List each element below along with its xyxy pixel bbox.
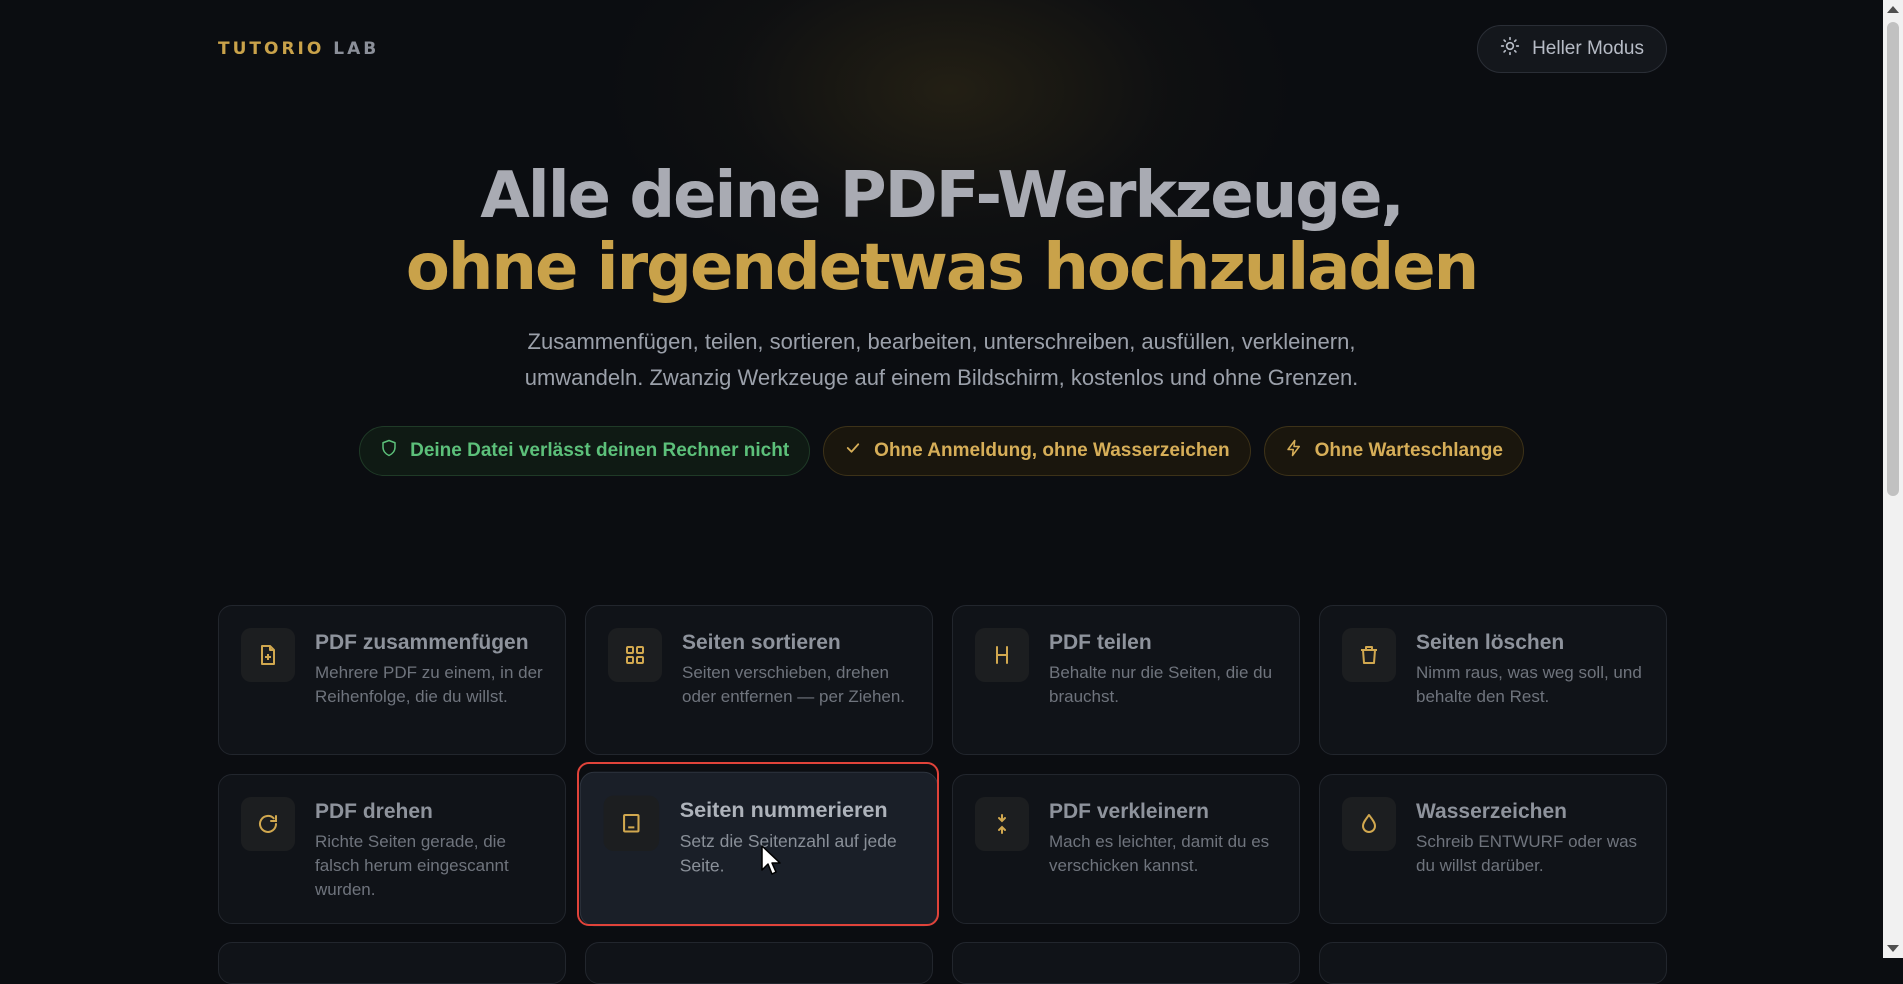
badge-no-queue: Ohne Warteschlange	[1263, 426, 1524, 476]
scroll-down-arrow-icon[interactable]	[1887, 945, 1899, 952]
tool-card-merge[interactable]: PDF zusammenfügen Mehrere PDF zu einem, …	[218, 605, 566, 755]
tool-title: Seiten nummerieren	[679, 798, 888, 823]
tool-title: Seiten sortieren	[682, 631, 841, 654]
badge-no-signup-label: Ohne Anmeldung, ohne Wasserzeichen	[874, 440, 1230, 461]
drop-icon	[1342, 797, 1396, 851]
tool-card-partial[interactable]	[1319, 942, 1667, 984]
top-bar: TUTORIO LAB Heller Modus	[218, 24, 1667, 74]
tool-title: PDF zusammenfügen	[315, 631, 529, 654]
brand-part1: TUTORIO	[218, 39, 325, 59]
tool-description: Mach es leichter, damit du es verschicke…	[1049, 832, 1270, 875]
tool-card-watermark[interactable]: Wasserzeichen Schreib ENTWURF oder was d…	[1319, 774, 1667, 924]
badge-no-signup: Ohne Anmeldung, ohne Wasserzeichen	[823, 426, 1251, 476]
file-plus-icon	[241, 628, 295, 682]
scroll-up-arrow-icon[interactable]	[1887, 6, 1899, 13]
tool-description: Nimm raus, was weg soll, und behalte den…	[1416, 663, 1642, 706]
tool-title: PDF verkleinern	[1049, 800, 1209, 823]
split-icon	[975, 628, 1029, 682]
grid-icon	[608, 628, 662, 682]
hero-title-line2: ohne irgendetwas hochzuladen	[405, 231, 1479, 305]
badge-no-queue-label: Ohne Warteschlange	[1314, 440, 1503, 461]
tool-card-split[interactable]: PDF teilen Behalte nur die Seiten, die d…	[952, 605, 1300, 755]
tools-grid: PDF zusammenfügen Mehrere PDF zu einem, …	[218, 605, 1667, 927]
lightning-icon	[1285, 439, 1303, 463]
tool-card-delete-pages[interactable]: Seiten löschen Nimm raus, was weg soll, …	[1319, 605, 1667, 755]
tool-title: PDF teilen	[1049, 631, 1152, 654]
tool-card-rotate[interactable]: PDF drehen Richte Seiten gerade, die fal…	[218, 774, 566, 924]
check-icon	[844, 439, 862, 463]
hero-subtitle: Zusammenfügen, teilen, sortieren, bearbe…	[524, 329, 1359, 390]
tool-title: Seiten löschen	[1416, 631, 1565, 654]
light-mode-button[interactable]: Heller Modus	[1477, 25, 1667, 73]
badge-privacy-label: Deine Datei verlässt deinen Rechner nich…	[410, 440, 790, 461]
badge-privacy: Deine Datei verlässt deinen Rechner nich…	[359, 426, 811, 476]
tool-description: Schreib ENTWURF oder was du willst darüb…	[1416, 832, 1638, 875]
tool-description: Behalte nur die Seiten, die du brauchst.	[1049, 663, 1273, 706]
sun-icon	[1500, 36, 1520, 62]
tool-description: Mehrere PDF zu einem, in der Reihenfolge…	[315, 663, 543, 706]
tool-title: Wasserzeichen	[1416, 800, 1567, 823]
tool-title: PDF drehen	[315, 800, 433, 823]
tools-grid-next-row	[218, 942, 1667, 984]
page-number-icon	[603, 795, 660, 852]
brand-part2: LAB	[333, 39, 380, 59]
tool-description: Seiten verschieben, drehen oder entferne…	[682, 663, 906, 706]
light-mode-label: Heller Modus	[1532, 38, 1644, 59]
tool-card-partial[interactable]	[585, 942, 933, 984]
tool-card-page-numbers[interactable]: Seiten nummerieren Setz die Seitenzahl a…	[579, 771, 939, 927]
compress-icon	[975, 797, 1029, 851]
tool-card-sort[interactable]: Seiten sortieren Seiten verschieben, dre…	[585, 605, 933, 755]
trash-icon	[1342, 628, 1396, 682]
shield-icon	[380, 439, 398, 463]
scrollbar-thumb[interactable]	[1887, 22, 1899, 496]
tool-card-partial[interactable]	[952, 942, 1300, 984]
hero-title: Alle deine PDF-Werkzeuge, ohne irgendetw…	[0, 160, 1883, 304]
mouse-pointer-icon	[760, 844, 784, 878]
rotate-icon	[241, 797, 295, 851]
brand-logo[interactable]: TUTORIO LAB	[218, 39, 379, 59]
feature-badges: Deine Datei verlässt deinen Rechner nich…	[0, 426, 1883, 476]
tool-card-compress[interactable]: PDF verkleinern Mach es leichter, damit …	[952, 774, 1300, 924]
hero-section: Alle deine PDF-Werkzeuge, ohne irgendetw…	[0, 160, 1883, 476]
tool-description: Setz die Seitenzahl auf jede Seite.	[679, 831, 897, 876]
tool-description: Richte Seiten gerade, die falsch herum e…	[315, 832, 509, 899]
tool-card-partial[interactable]	[218, 942, 566, 984]
vertical-scrollbar[interactable]	[1883, 0, 1903, 958]
hero-title-line1: Alle deine PDF-Werkzeuge,	[480, 159, 1405, 233]
